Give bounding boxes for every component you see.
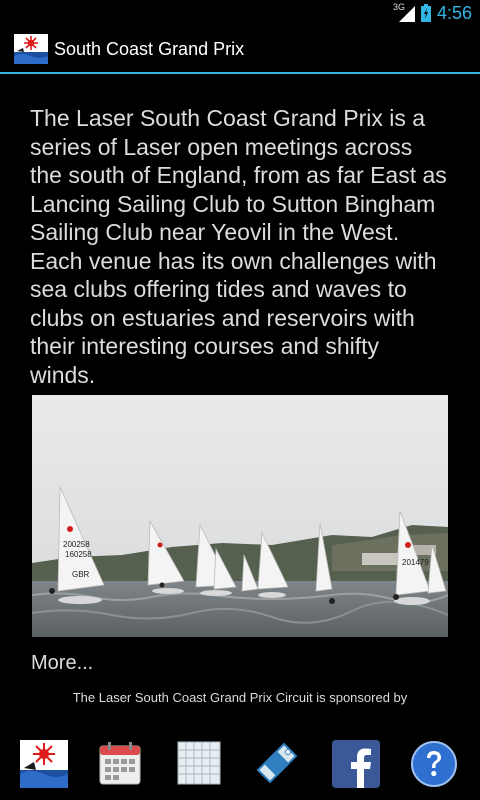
sail-number: 160258 — [65, 550, 92, 559]
status-bar: 3G 4:56 — [0, 0, 480, 25]
club-logo-icon[interactable] — [14, 34, 48, 64]
more-link[interactable]: More... — [31, 652, 93, 675]
title-divider — [0, 72, 480, 74]
regatta-photo: 200258 160258 GBR 201479 — [32, 395, 448, 637]
tag-button[interactable] — [254, 740, 304, 790]
sail-number: 200258 — [63, 540, 90, 549]
sponsor-text: The Laser South Coast Grand Prix Circuit… — [72, 690, 408, 705]
status-indicators: 3G 4:56 — [393, 2, 472, 24]
clock: 4:56 — [436, 2, 472, 23]
schedule-button[interactable] — [176, 740, 226, 790]
club-logo-icon — [20, 740, 68, 788]
app-title: South Coast Grand Prix — [54, 38, 245, 59]
facebook-button[interactable] — [332, 740, 382, 790]
sail-mark: GBR — [72, 570, 90, 579]
bottom-toolbar — [0, 740, 480, 792]
battery-icon — [420, 4, 431, 22]
help-button[interactable] — [410, 740, 460, 790]
facebook-icon — [332, 740, 380, 788]
schedule-grid-icon — [177, 741, 221, 785]
home-button[interactable] — [20, 740, 70, 790]
action-bar: South Coast Grand Prix — [0, 25, 480, 73]
help-icon — [411, 741, 457, 787]
signal-icon: 3G — [393, 2, 415, 22]
tag-icon — [256, 742, 298, 784]
calendar-button[interactable] — [98, 740, 148, 790]
intro-section: The Laser South Coast Grand Prix is a se… — [30, 104, 450, 389]
intro-paragraph: The Laser South Coast Grand Prix is a se… — [30, 105, 447, 388]
sail-number: 201479 — [402, 558, 429, 567]
calendar-icon — [99, 742, 141, 785]
